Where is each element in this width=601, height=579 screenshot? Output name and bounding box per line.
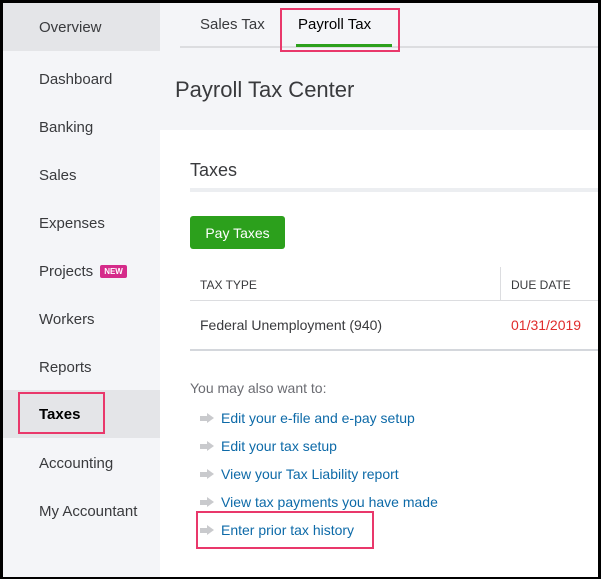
sidebar-item-projects[interactable]: Projects NEW [3,247,160,295]
sidebar-item-banking[interactable]: Banking [3,103,160,151]
arrow-right-icon [200,497,214,507]
new-badge: NEW [100,264,127,278]
label: Dashboard [39,70,113,88]
sidebar-item-expenses[interactable]: Expenses [3,199,160,247]
also-label: You may also want to: [190,380,327,396]
section-title: Taxes [190,160,238,180]
sidebar-item-my-accountant[interactable]: My Accountant [3,487,160,535]
column-due-date[interactable]: DUE DATE [511,278,571,292]
link-tax-setup[interactable]: Edit your tax setup [200,438,337,454]
arrow-right-icon [200,469,214,479]
link-tax-payments[interactable]: View tax payments you have made [200,494,438,510]
sidebar: Overview Dashboard Banking Sales Expense… [3,3,160,577]
arrow-right-icon [200,413,214,423]
label: Expenses [39,214,105,232]
label: Accounting [39,454,114,472]
highlight-box [196,511,374,549]
link-tax-liability-report[interactable]: View your Tax Liability report [200,466,399,482]
taxes-card: Taxes Pay Taxes TAX TYPE DUE DATE Federa… [160,130,598,577]
highlight-box [18,392,105,434]
sidebar-item-reports[interactable]: Reports [3,343,160,391]
link-text: View your Tax Liability report [221,466,399,482]
tax-type-cell: Federal Unemployment (940) [200,317,383,333]
column-tax-type[interactable]: TAX TYPE [200,278,257,292]
label: My Accountant [39,502,138,520]
label: Sales [39,166,77,184]
label: Banking [39,118,94,136]
table-row[interactable]: Federal Unemployment (940) 01/31/2019 [190,301,598,351]
due-date-cell: 01/31/2019 [511,317,582,333]
link-text: Edit your tax setup [221,438,337,454]
link-text: Edit your e-file and e-pay setup [221,410,415,426]
divider [190,188,598,192]
tab-sales-tax[interactable]: Sales Tax [200,16,265,33]
pay-taxes-button[interactable]: Pay Taxes [190,216,285,249]
sidebar-item-sales[interactable]: Sales [3,151,160,199]
column-divider [500,267,501,300]
page-title: Payroll Tax Center [175,77,355,102]
highlight-box [280,8,400,52]
label: Reports [39,358,92,376]
sidebar-item-overview[interactable]: Overview [3,3,160,51]
arrow-right-icon [200,441,214,451]
label: Workers [39,310,95,328]
link-text: View tax payments you have made [221,494,438,510]
sidebar-item-dashboard[interactable]: Dashboard [3,55,160,103]
app-window: Overview Dashboard Banking Sales Expense… [3,3,598,577]
link-efile-setup[interactable]: Edit your e-file and e-pay setup [200,410,415,426]
sidebar-item-workers[interactable]: Workers [3,295,160,343]
sidebar-item-accounting[interactable]: Accounting [3,439,160,487]
table-header: TAX TYPE DUE DATE [190,267,598,301]
label: Overview [39,18,102,36]
label: Projects [39,262,94,280]
